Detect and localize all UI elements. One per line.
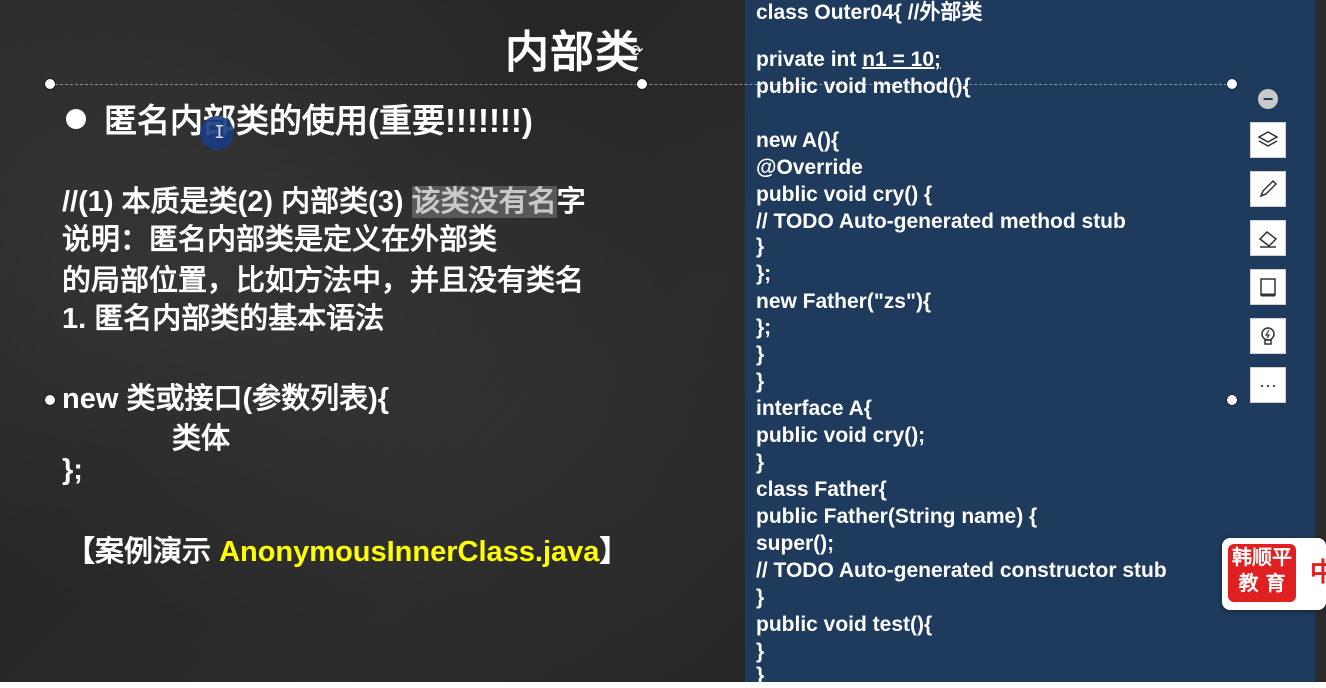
slide-title: 内部类 — [505, 28, 640, 77]
syntax-line-2: 类体 — [172, 423, 231, 455]
demo-prefix: 【案例演示 — [66, 536, 220, 568]
syntax-line-1: new 类或接口(参数列表){ — [62, 383, 390, 415]
code-line-15: } — [756, 451, 765, 474]
code-line-1-a: private int — [756, 48, 863, 71]
code-line-19: // TODO Auto-generated constructor stub — [756, 559, 1167, 582]
note-line-3: 的局部位置，比如方法中，并且没有类名 — [62, 265, 585, 297]
demo-filename: AnonymousInnerClass.java — [219, 536, 600, 568]
code-line-0: class Outer04{ //外部类 — [756, 1, 983, 24]
code-line-13: interface A{ — [756, 397, 872, 420]
code-line-8: }; — [756, 262, 772, 285]
more-button[interactable]: ··· — [1250, 367, 1286, 403]
code-line-20: } — [756, 586, 765, 609]
selection-handle-top-left[interactable] — [45, 79, 55, 89]
selection-handle-top-right[interactable] — [1227, 79, 1237, 89]
eraser-button[interactable] — [1250, 220, 1286, 256]
code-line-3: new A(){ — [756, 129, 840, 152]
code-line-21: public void test(){ — [756, 613, 933, 636]
code-line-12: } — [756, 370, 765, 393]
code-line-6: // TODO Auto-generated method stub — [756, 210, 1126, 233]
code-line-7: } — [756, 235, 765, 258]
code-line-11: } — [756, 343, 765, 366]
logo-badge: 韩顺平 教 育 — [1228, 544, 1296, 602]
code-line-23: } — [756, 664, 765, 687]
layers-icon — [1257, 131, 1279, 147]
code-line-9: new Father("zs"){ — [756, 290, 932, 313]
demo-suffix: 】 — [599, 536, 629, 568]
lightbulb-icon — [1261, 327, 1275, 345]
logo-side-text: 中 — [1310, 558, 1326, 588]
code-line-14: public void cry(); — [756, 424, 926, 447]
selection-handle-right-mid[interactable] — [1227, 395, 1237, 405]
demo-line: 【案例演示 AnonymousInnerClass.java】 — [66, 528, 628, 570]
pen-icon — [1259, 179, 1278, 198]
frame-button[interactable] — [1250, 269, 1286, 305]
rotate-handle-icon[interactable]: ⟳ — [630, 44, 646, 60]
slide-heading: 匿名内部类的使用(重要!!!!!!!) — [66, 94, 533, 142]
code-line-17: public Father(String name) { — [756, 505, 1038, 528]
code-line-10: }; — [756, 316, 772, 339]
code-line-1: private int n1 = 10; — [756, 48, 941, 72]
syntax-line-3: }; — [62, 454, 83, 486]
logo-line-1: 韩顺平 — [1232, 545, 1292, 569]
pen-button[interactable] — [1250, 171, 1286, 207]
mouse-cursor-highlight: I — [200, 116, 234, 150]
note-line-1-a: //(1) 本质是类(2) 内部类(3) — [62, 186, 412, 218]
frame-icon — [1260, 278, 1276, 297]
selection-handle-top-mid[interactable] — [637, 79, 647, 89]
note-line-1: //(1) 本质是类(2) 内部类(3) 该类没有名字 — [62, 178, 586, 220]
note-line-4: 1. 匿名内部类的基本语法 — [62, 303, 385, 335]
note-line-2: 说明：匿名内部类是定义在外部类 — [62, 224, 498, 256]
code-line-22: } — [756, 640, 765, 663]
more-icon: ··· — [1259, 375, 1277, 395]
code-line-18: super(); — [756, 532, 835, 555]
code-line-16: class Father{ — [756, 478, 887, 501]
code-line-1-underlined: n1 = 10; — [862, 48, 941, 71]
brand-logo: 韩顺平 教 育 中 — [1222, 538, 1326, 610]
collapse-toolbar-button[interactable]: − — [1258, 89, 1278, 109]
selection-handle-left-mid[interactable] — [45, 395, 55, 405]
code-line-4: @Override — [756, 156, 863, 179]
note-line-1-highlight: 该类没有名 — [411, 186, 557, 218]
logo-line-2: 教 育 — [1238, 571, 1286, 595]
code-line-2: public void method(){ — [756, 75, 971, 98]
layers-button[interactable] — [1250, 122, 1286, 158]
text-cursor-icon: I — [214, 122, 225, 143]
heading-text: 匿名内部类的使用(重要!!!!!!!) — [104, 102, 533, 139]
code-line-5: public void cry() { — [756, 183, 933, 206]
note-line-1-b: 字 — [556, 186, 586, 218]
idea-button[interactable] — [1250, 318, 1286, 354]
bullet-icon — [66, 109, 86, 130]
eraser-icon — [1258, 231, 1278, 248]
